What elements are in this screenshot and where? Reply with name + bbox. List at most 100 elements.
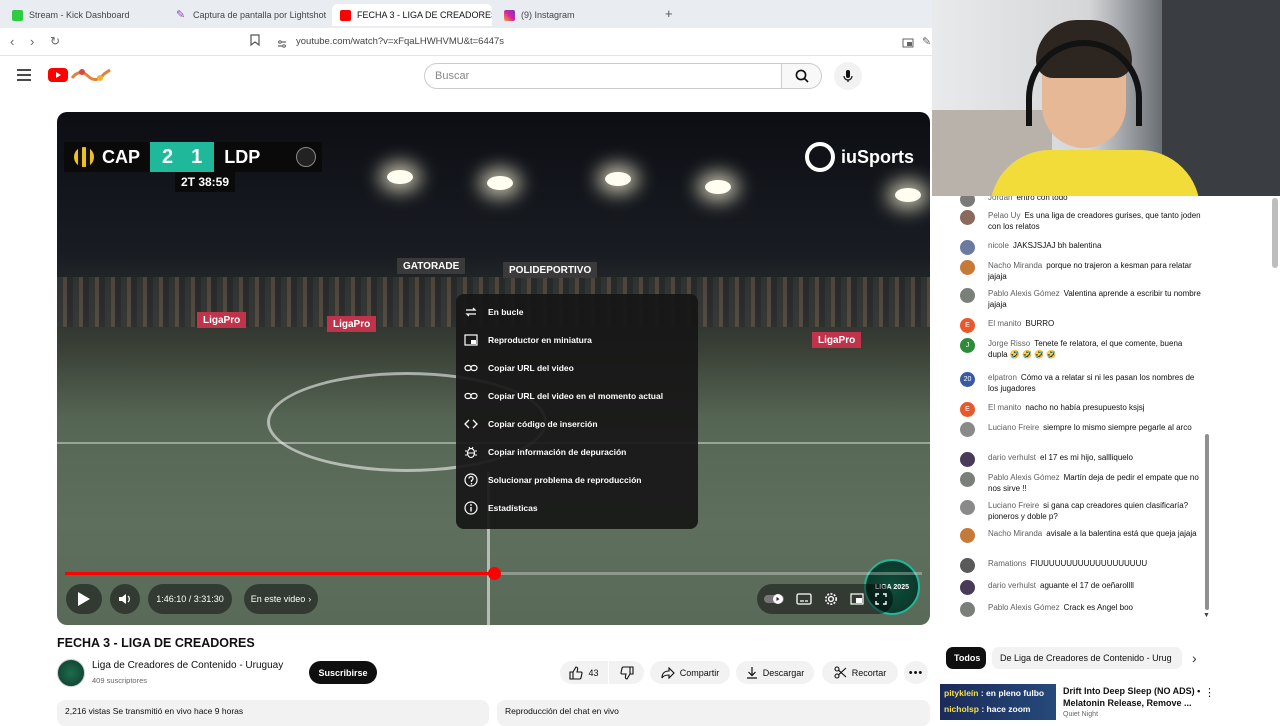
youtube-logo-icon[interactable] <box>48 68 68 87</box>
time-display: 1:46:10 / 3:31:30 <box>148 584 232 614</box>
chat-author[interactable]: Ramations <box>988 559 1026 568</box>
channel-name[interactable]: Liga de Creadores de Contenido - Uruguay <box>92 660 283 671</box>
miniplayer-button[interactable] <box>849 593 864 605</box>
more-vertical-icon[interactable]: ⋮ <box>1204 686 1215 699</box>
subtitles-button[interactable] <box>796 593 813 605</box>
browser-tab-lightshot[interactable]: ✎ Captura de pantalla por Lightshot <box>168 4 332 26</box>
chapter-button[interactable]: En este video › <box>244 584 318 614</box>
site-settings-icon[interactable] <box>277 37 287 52</box>
download-button[interactable]: Descargar <box>736 661 814 684</box>
chat-author[interactable]: Jorge Risso <box>988 339 1030 348</box>
chip-channel[interactable]: De Liga de Creadores de Contenido - Urug <box>992 647 1182 669</box>
dislike-button[interactable] <box>609 661 644 684</box>
clip-button[interactable]: Recortar <box>822 661 898 684</box>
chat-avatar[interactable] <box>960 472 975 487</box>
chat-avatar[interactable] <box>960 580 975 595</box>
chat-avatar[interactable]: E <box>960 402 975 417</box>
chat-avatar[interactable] <box>960 452 975 467</box>
chat-avatar[interactable]: E <box>960 318 975 333</box>
cast-icon[interactable] <box>902 36 914 51</box>
description-box[interactable]: 2,216 vistas Se transmitió en vivo hace … <box>57 700 489 726</box>
ctx-copy-embed[interactable]: Copiar código de inserción <box>456 410 698 438</box>
ad-board: LigaPro <box>197 312 247 328</box>
ctx-miniplayer[interactable]: Reproductor en miniatura <box>456 326 698 354</box>
menu-icon[interactable] <box>17 68 31 86</box>
ctx-loop[interactable]: En bucle <box>456 298 698 326</box>
ctx-stats[interactable]: Estadísticas <box>456 494 698 522</box>
video-player[interactable]: GATORADE POLIDEPORTIVO LigaPro LigaPro L… <box>57 112 930 625</box>
chat-author[interactable]: dario verhulst <box>988 453 1036 462</box>
browser-tab-youtube[interactable]: FECHA 3 - LIGA DE CREADORES ✕ <box>332 4 492 26</box>
chat-avatar[interactable] <box>960 528 975 543</box>
chat-author[interactable]: Pablo Alexis Gómez <box>988 603 1060 612</box>
miniplayer-icon <box>849 593 864 605</box>
chat-author[interactable]: Pablo Alexis Gómez <box>988 473 1060 482</box>
chat-avatar[interactable] <box>960 260 975 275</box>
search-input[interactable]: Buscar <box>424 63 782 89</box>
share-button[interactable]: Compartir <box>650 661 730 684</box>
chat-avatar[interactable] <box>960 240 975 255</box>
chat-replay-toggle[interactable]: Reproducción del chat en vivo <box>497 700 930 726</box>
chat-message: Luciano Freire siempre lo mismo siempre p… <box>960 422 1204 437</box>
more-actions-button[interactable]: ••• <box>904 661 928 684</box>
fullscreen-button[interactable] <box>875 593 887 605</box>
chevron-right-icon: › <box>308 594 312 604</box>
chat-avatar[interactable]: J <box>960 338 975 353</box>
ctx-troubleshoot[interactable]: Solucionar problema de reproducción <box>456 466 698 494</box>
chat-avatar[interactable] <box>960 210 975 225</box>
chat-author[interactable]: Pablo Alexis Gómez <box>988 289 1060 298</box>
voice-search-button[interactable] <box>834 62 862 90</box>
chip-all[interactable]: Todos <box>946 647 986 669</box>
chat-author[interactable]: elpatron <box>988 373 1017 382</box>
doodle-logo-icon[interactable] <box>70 66 112 89</box>
url-input[interactable]: youtube.com/watch?v=xFqaLHWHVMU&t=6447s <box>296 36 504 47</box>
subscribe-button[interactable]: Suscribirse <box>309 661 377 684</box>
chat-avatar[interactable] <box>960 558 975 573</box>
settings-button[interactable] <box>824 592 838 606</box>
chat-author[interactable]: Luciano Freire <box>988 501 1039 510</box>
progress-bar[interactable] <box>65 567 922 580</box>
edit-icon[interactable]: ✎ <box>922 35 931 48</box>
chat-avatar[interactable] <box>960 602 975 617</box>
chat-avatar[interactable] <box>960 500 975 515</box>
chat-avatar[interactable] <box>960 196 975 207</box>
channel-avatar[interactable] <box>57 659 85 687</box>
search-button[interactable] <box>782 63 822 89</box>
stadium-light <box>487 176 513 190</box>
chat-avatar[interactable] <box>960 422 975 437</box>
new-tab-icon[interactable]: + <box>665 6 673 21</box>
chat-author[interactable]: dario verhulst <box>988 581 1036 590</box>
page-scrollbar[interactable] <box>1272 198 1278 268</box>
progress-scrubber[interactable] <box>487 567 501 580</box>
chevron-right-icon[interactable]: › <box>1192 650 1197 666</box>
volume-button[interactable] <box>110 584 140 614</box>
play-button[interactable] <box>66 584 102 614</box>
away-team-name: LDP <box>224 146 261 167</box>
bookmark-icon[interactable] <box>250 34 260 49</box>
chat-avatar[interactable] <box>960 288 975 303</box>
chat-author[interactable]: Nacho Miranda <box>988 529 1042 538</box>
back-icon[interactable]: ‹ <box>10 34 14 49</box>
related-video-thumbnail[interactable]: pitykleín : en pleno fulbo nicholsp : ha… <box>940 684 1056 720</box>
forward-icon[interactable]: › <box>30 34 34 49</box>
chat-message-body: nicole JAKSJSJAJ bh balentina <box>962 240 1204 251</box>
chat-author[interactable]: Pelao Uy <box>988 211 1020 220</box>
chat-avatar[interactable]: 20 <box>960 372 975 387</box>
chat-author[interactable]: El manito <box>988 319 1021 328</box>
browser-tab-instagram[interactable]: (9) Instagram <box>496 4 656 26</box>
chat-author[interactable]: El manito <box>988 403 1021 412</box>
ctx-copy-url[interactable]: Copiar URL del video <box>456 354 698 382</box>
reload-icon[interactable]: ↻ <box>50 34 60 48</box>
chat-author[interactable]: nicole <box>988 241 1009 250</box>
ctx-copy-url-time[interactable]: Copiar URL del video en el momento actua… <box>456 382 698 410</box>
browser-tab-kick[interactable]: Stream - Kick Dashboard <box>4 4 166 26</box>
chat-scroll-down-icon[interactable]: ▼ <box>1203 612 1210 619</box>
chat-author[interactable]: Nacho Miranda <box>988 261 1042 270</box>
autoplay-toggle[interactable] <box>763 593 785 605</box>
like-button[interactable]: 43 <box>560 661 608 684</box>
chat-scrollbar[interactable] <box>1205 434 1209 610</box>
chat-author[interactable]: Jordan <box>988 196 1012 202</box>
related-video-title[interactable]: Drift Into Deep Sleep (NO ADS) • Melaton… <box>1063 685 1203 709</box>
chat-author[interactable]: Luciano Freire <box>988 423 1039 432</box>
ctx-copy-debug[interactable]: Copiar información de depuración <box>456 438 698 466</box>
